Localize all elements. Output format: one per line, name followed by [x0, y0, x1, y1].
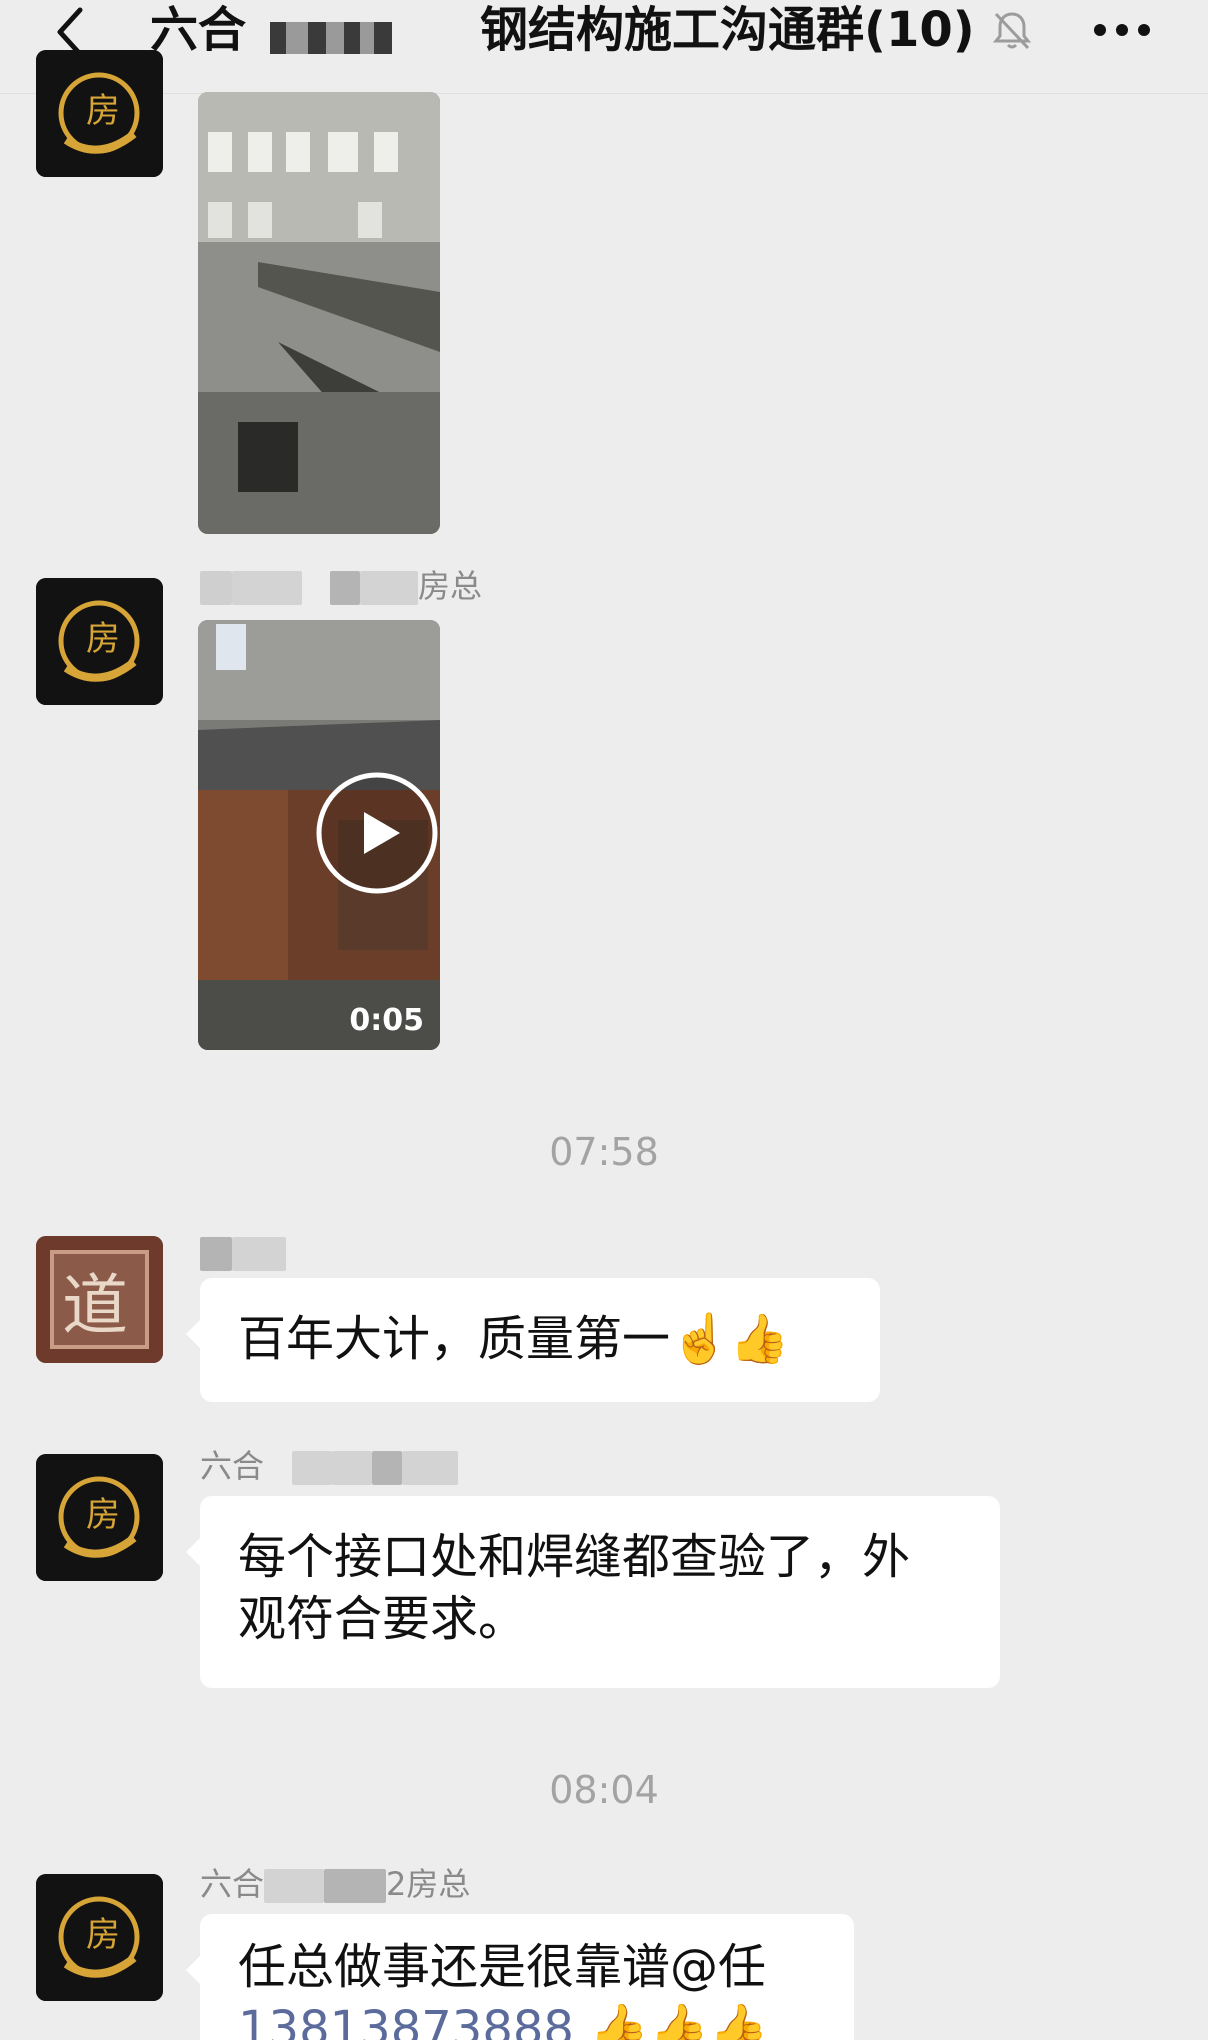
video-duration: 0:05: [349, 1003, 424, 1038]
avatar[interactable]: 房: [36, 50, 163, 177]
sender-name-prefix: 六合: [200, 1865, 265, 1903]
message-bubble[interactable]: 每个接口处和焊缝都查验了，外 观符合要求。: [186, 1496, 1000, 1688]
message-emoji: ☝️👍: [670, 1311, 790, 1367]
image-message[interactable]: [198, 92, 440, 534]
mute-bell-icon: [992, 12, 1032, 50]
sender-name: 房总: [200, 566, 482, 606]
chat-title-main: 钢结构施工沟通群(10): [480, 2, 975, 58]
sender-name: [200, 1232, 286, 1272]
avatar[interactable]: 道: [36, 1236, 163, 1363]
chat-title-prefix: 六合: [150, 2, 247, 58]
avatar[interactable]: 房: [36, 1454, 163, 1581]
svg-text:房: 房: [86, 1915, 120, 1955]
message-text-line: 每个接口处和焊缝都查验了，外: [238, 1529, 911, 1585]
redacted-title-segment: [270, 22, 392, 54]
more-options-icon[interactable]: [1092, 22, 1152, 38]
svg-text:房: 房: [86, 91, 120, 131]
avatar[interactable]: 房: [36, 578, 163, 705]
svg-text:道: 道: [62, 1267, 128, 1344]
sender-name: 六合 2房总: [200, 1864, 470, 1904]
svg-text:房: 房: [86, 619, 120, 659]
sender-name-prefix: 六合: [200, 1447, 265, 1485]
timestamp: 07:58: [549, 1130, 659, 1174]
phone-link[interactable]: 13813873888: [238, 2001, 574, 2040]
message-bubble[interactable]: 百年大计，质量第一☝️👍: [186, 1278, 880, 1402]
svg-text:房: 房: [86, 1495, 120, 1535]
message-text-line: 任总做事还是很靠谱@任: [238, 1939, 767, 1995]
video-message[interactable]: 0:05: [198, 620, 440, 1050]
sender-name-suffix: 房总: [418, 567, 483, 605]
message-text: 百年大计，质量第一: [238, 1311, 671, 1367]
message-text-line: 观符合要求。: [238, 1591, 527, 1647]
play-icon[interactable]: [256, 770, 440, 896]
message-emoji: 👍👍👍: [589, 2001, 769, 2040]
sender-name: 六合: [200, 1446, 459, 1486]
avatar[interactable]: 房: [36, 1874, 163, 2001]
message-bubble[interactable]: 任总做事还是很靠谱@任 13813873888 👍👍👍: [186, 1914, 854, 2040]
timestamp: 08:04: [549, 1768, 659, 1812]
chat-header: 六合 钢结构施工沟通群(10): [0, 0, 1208, 94]
sender-name-suffix: 2房总: [386, 1865, 471, 1903]
